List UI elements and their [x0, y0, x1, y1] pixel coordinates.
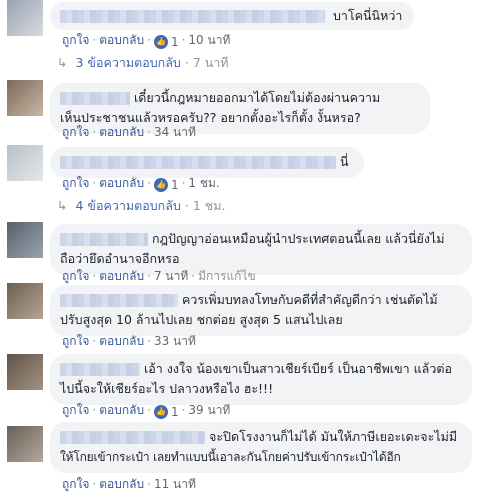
timestamp[interactable]: 7 นาที [154, 269, 188, 283]
thumbs-up-icon: 👍 [153, 178, 168, 192]
timestamp[interactable]: 11 นาที [154, 477, 196, 491]
comment-text-line-1: ควรเพิ่มบทลงโทษกับคดีที่สำคัญดีกว่า เช่น… [182, 292, 438, 307]
reply-link[interactable]: ตอบกลับ [99, 269, 144, 283]
comment-text: บาโคนี่นิหว่า [332, 8, 403, 23]
comment-text-line-2: ปรับสูงสุด 10 ล้านไปเลย ชกต่อย สูงสุด 5 … [60, 312, 343, 327]
comment-actions: ถูกใจ · ตอบกลับ · 7 นาที · มีการแก้ไข [62, 269, 256, 283]
avatar[interactable] [7, 0, 43, 36]
redacted-username[interactable] [60, 233, 148, 246]
view-replies-link[interactable]: ↳ 3 ข้อความตอบกลับ · 7 นาที [57, 55, 229, 71]
like-link[interactable]: ถูกใจ [62, 477, 89, 491]
redacted-username[interactable] [60, 294, 178, 307]
comment-text-line-2: ให้โกยเข้ากระเป๋า เลยทำแบบนี้เอาละกันโกย… [60, 450, 401, 464]
comment-actions: ถูกใจ · ตอบกลับ · 34 นาที [62, 125, 196, 139]
timestamp[interactable]: 1 ชม. [188, 176, 219, 190]
comment-text-line-1: จะปิดโรงงานก็ไม่ได้ มันให้ภาษีเยอะเดะจะไ… [209, 429, 458, 444]
comment-actions: ถูกใจ · ตอบกลับ · 👍 1 · 39 นาที [62, 403, 231, 420]
avatar[interactable] [7, 80, 43, 116]
comment-bubble: ควรเพิ่มบทลงโทษกับคดีที่สำคัญดีกว่า เช่น… [50, 285, 472, 336]
like-link[interactable]: ถูกใจ [62, 269, 89, 283]
reply-arrow-icon: ↳ [57, 55, 68, 70]
avatar[interactable] [7, 283, 43, 319]
thumbs-up-icon: 👍 [153, 405, 168, 419]
avatar[interactable] [7, 426, 43, 462]
redacted-username[interactable] [60, 156, 336, 169]
comment-text-line-1: เดี๋ยวนี้กฎหมายออกมาได้โดยไม่ต้องผ่านควา… [134, 90, 381, 105]
reply-timestamp[interactable]: 7 นาที [193, 55, 229, 70]
like-link[interactable]: ถูกใจ [62, 125, 89, 139]
avatar[interactable] [7, 354, 43, 390]
comment-bubble: นี่ [50, 147, 364, 178]
timestamp[interactable]: 33 นาที [154, 334, 196, 348]
comment-text-line-1: เอ้า งงใจ น้องเขาเป็นสาวเชียร์เบียร์ เป็… [144, 361, 452, 376]
thumbs-up-icon: 👍 [153, 35, 168, 49]
comment-text: นี่ [340, 154, 349, 169]
timestamp[interactable]: 39 นาที [188, 403, 230, 417]
comment-actions: ถูกใจ · ตอบกลับ · 👍 1 · 10 นาที [62, 33, 231, 50]
redacted-username[interactable] [60, 10, 325, 23]
comment-bubble: บาโคนี่นิหว่า [50, 2, 414, 30]
reply-link[interactable]: ตอบกลับ [99, 33, 144, 47]
reply-link[interactable]: ตอบกลับ [99, 477, 144, 491]
reply-arrow-icon: ↳ [57, 198, 68, 213]
like-link[interactable]: ถูกใจ [62, 403, 89, 417]
edited-label[interactable]: มีการแก้ไข [198, 269, 256, 283]
comment-thread: บาโคนี่นิหว่า ถูกใจ · ตอบกลับ · 👍 1 · 10 นาที ↳… [0, 0, 480, 495]
like-link[interactable]: ถูกใจ [62, 334, 89, 348]
redacted-username[interactable] [60, 363, 140, 376]
reply-link[interactable]: ตอบกลับ [99, 176, 144, 190]
timestamp[interactable]: 10 นาที [188, 33, 230, 47]
like-count[interactable]: 👍 1 [153, 34, 179, 50]
reply-timestamp[interactable]: 1 ชม. [193, 198, 226, 213]
timestamp[interactable]: 34 นาที [154, 125, 196, 139]
comment-actions: ถูกใจ · ตอบกลับ · 11 นาที [62, 477, 196, 491]
like-link[interactable]: ถูกใจ [62, 176, 89, 190]
like-link[interactable]: ถูกใจ [62, 33, 89, 47]
view-replies-link[interactable]: ↳ 4 ข้อความตอบกลับ · 1 ชม. [57, 198, 225, 214]
comment-actions: ถูกใจ · ตอบกลับ · 👍 1 · 1 ชม. [62, 176, 220, 193]
avatar[interactable] [7, 145, 43, 181]
comment-text-line-1: กฎปัญญาอ่อนเหมือนผู้นำประเทศตอนนี้เลย แล… [152, 231, 445, 246]
comment-bubble: เอ้า งงใจ น้องเขาเป็นสาวเชียร์เบียร์ เป็… [50, 354, 472, 405]
redacted-username[interactable] [60, 431, 205, 444]
like-count[interactable]: 👍 1 [153, 177, 179, 193]
reply-link[interactable]: ตอบกลับ [99, 125, 144, 139]
comment-actions: ถูกใจ · ตอบกลับ · 33 นาที [62, 334, 196, 348]
comment-bubble: จะปิดโรงงานก็ไม่ได้ มันให้ภาษีเยอะเดะจะไ… [50, 422, 472, 473]
comment-text-line-2: เห็นประชาชนแล้วหรอครับ?? อยากตั้งอะไรก็ต… [60, 110, 361, 125]
like-count[interactable]: 👍 1 [153, 404, 179, 420]
reply-link[interactable]: ตอบกลับ [99, 334, 144, 348]
comment-text-line-2: ถือว่ายึดอำนาจอีกหรอ [60, 251, 180, 266]
comment-text-line-2: ไปนี้จะให้เชียร์อะไร ปลาวงหรือไง ฮะ!!! [60, 381, 274, 396]
reply-link[interactable]: ตอบกลับ [99, 403, 144, 417]
redacted-username[interactable] [60, 92, 130, 105]
avatar[interactable] [7, 222, 43, 258]
